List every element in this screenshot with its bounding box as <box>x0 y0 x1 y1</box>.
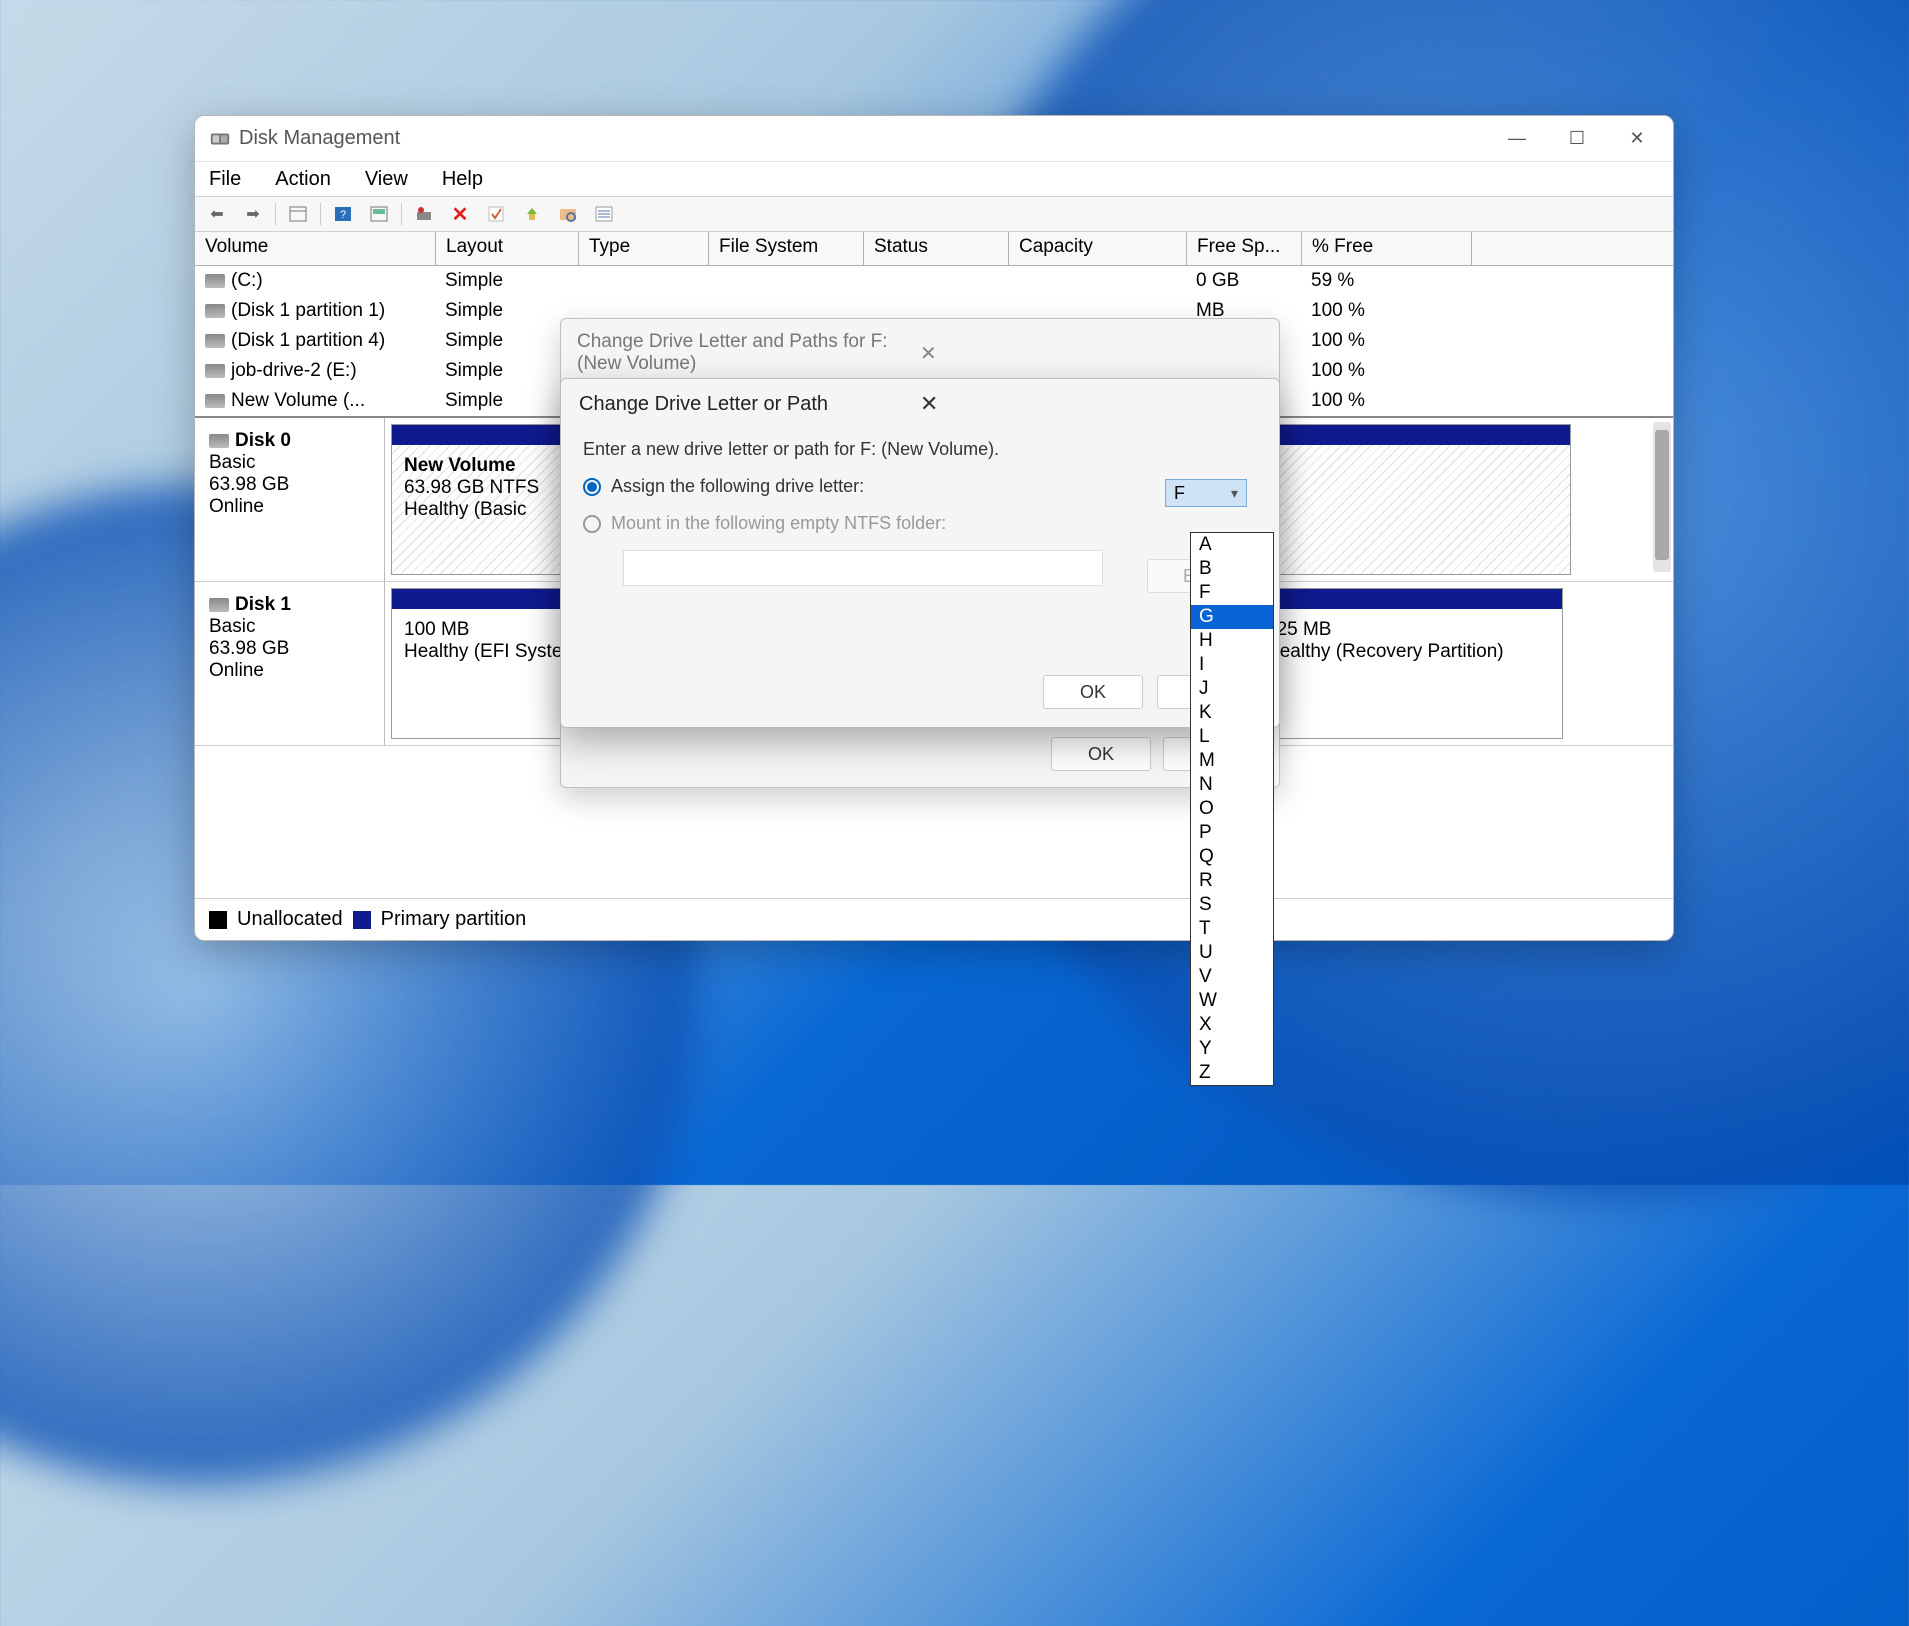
column-headers: Volume Layout Type File System Status Ca… <box>195 232 1673 266</box>
dropdown-item[interactable]: Q <box>1191 845 1273 869</box>
col-pad <box>1471 232 1673 265</box>
close-icon[interactable]: ✕ <box>920 341 1263 366</box>
disk-icon <box>209 434 229 448</box>
window-title: Disk Management <box>239 127 1487 150</box>
dropdown-item[interactable]: J <box>1191 677 1273 701</box>
dropdown-item[interactable]: R <box>1191 869 1273 893</box>
dropdown-item[interactable]: P <box>1191 821 1273 845</box>
menu-view[interactable]: View <box>361 164 412 195</box>
scroll-thumb[interactable] <box>1655 430 1669 560</box>
forward-icon[interactable]: ➡ <box>239 202 267 226</box>
maximize-button[interactable]: ☐ <box>1547 119 1607 159</box>
drive-icon <box>205 394 225 408</box>
drive-icon <box>205 274 225 288</box>
legend-swatch-primary <box>353 911 371 929</box>
dropdown-item[interactable]: S <box>1191 893 1273 917</box>
scrollbar[interactable] <box>1653 422 1671 572</box>
col-capacity[interactable]: Capacity <box>1008 232 1186 265</box>
dropdown-item[interactable]: V <box>1191 965 1273 989</box>
help-icon[interactable]: ? <box>329 202 357 226</box>
svg-text:?: ? <box>340 209 346 221</box>
dropdown-item[interactable]: K <box>1191 701 1273 725</box>
col-status[interactable]: Status <box>863 232 1008 265</box>
dropdown-item[interactable]: F <box>1191 581 1273 605</box>
dropdown-item[interactable]: L <box>1191 725 1273 749</box>
col-pctfree[interactable]: % Free <box>1301 232 1471 265</box>
explorer-icon[interactable] <box>554 202 582 226</box>
dropdown-item[interactable]: I <box>1191 653 1273 677</box>
col-filesystem[interactable]: File System <box>708 232 863 265</box>
options-icon[interactable] <box>482 202 510 226</box>
show-hide-console-icon[interactable] <box>284 202 312 226</box>
dropdown-item[interactable]: Z <box>1191 1061 1273 1085</box>
toolbar-separator <box>401 203 402 225</box>
legend: Unallocated Primary partition <box>195 898 1673 940</box>
arrow-up-icon[interactable] <box>518 202 546 226</box>
dropdown-item[interactable]: O <box>1191 797 1273 821</box>
ok-button[interactable]: OK <box>1051 737 1151 771</box>
disk-icon <box>209 598 229 612</box>
partition-colorbar <box>1254 589 1562 609</box>
menu-bar: File Action View Help <box>195 162 1673 196</box>
radio-mount-folder[interactable] <box>583 515 601 533</box>
minimize-button[interactable]: — <box>1487 119 1547 159</box>
drive-letter-dropdown[interactable]: ABFGHIJKLMNOPQRSTUVWXYZ <box>1190 532 1274 1086</box>
ok-button[interactable]: OK <box>1043 675 1143 709</box>
properties-icon[interactable] <box>365 202 393 226</box>
toolbar-separator <box>320 203 321 225</box>
menu-file[interactable]: File <box>205 164 245 195</box>
label-assign-letter: Assign the following drive letter: <box>611 476 864 497</box>
dropdown-item[interactable]: A <box>1191 533 1273 557</box>
dropdown-item[interactable]: Y <box>1191 1037 1273 1061</box>
col-layout[interactable]: Layout <box>435 232 578 265</box>
delete-icon[interactable]: ✕ <box>446 202 474 226</box>
col-type[interactable]: Type <box>578 232 708 265</box>
dropdown-item[interactable]: M <box>1191 749 1273 773</box>
dialog1-title: Change Drive Letter and Paths for F: (Ne… <box>577 331 920 375</box>
toolbar-separator <box>275 203 276 225</box>
col-volume[interactable]: Volume <box>195 232 435 265</box>
drive-icon <box>205 364 225 378</box>
col-freespace[interactable]: Free Sp... <box>1186 232 1301 265</box>
drive-icon <box>205 304 225 318</box>
change-drive-letter-or-path-dialog: Change Drive Letter or Path ✕ Enter a ne… <box>560 378 1280 728</box>
list-icon[interactable] <box>590 202 618 226</box>
app-icon <box>209 128 231 150</box>
legend-label-primary: Primary partition <box>381 908 527 931</box>
dialog2-title: Change Drive Letter or Path <box>579 393 920 416</box>
close-icon[interactable]: ✕ <box>920 391 1261 417</box>
close-button[interactable]: ✕ <box>1607 119 1667 159</box>
dropdown-item[interactable]: W <box>1191 989 1273 1013</box>
drive-letter-combo[interactable]: F <box>1165 479 1247 507</box>
dialog2-prompt: Enter a new drive letter or path for F: … <box>583 439 1257 460</box>
dropdown-item[interactable]: N <box>1191 773 1273 797</box>
legend-label-unallocated: Unallocated <box>237 908 343 931</box>
menu-help[interactable]: Help <box>438 164 487 195</box>
titlebar: Disk Management — ☐ ✕ <box>195 116 1673 162</box>
settings-icon[interactable] <box>410 202 438 226</box>
partition[interactable]: 625 MBHealthy (Recovery Partition) <box>1253 588 1563 739</box>
legend-swatch-unallocated <box>209 911 227 929</box>
disk-info[interactable]: Disk 1Basic63.98 GBOnline <box>195 582 385 745</box>
dropdown-item[interactable]: B <box>1191 557 1273 581</box>
dropdown-item[interactable]: H <box>1191 629 1273 653</box>
disk-info[interactable]: Disk 0Basic63.98 GBOnline <box>195 418 385 581</box>
mount-path-input <box>623 550 1103 586</box>
drive-icon <box>205 334 225 348</box>
dropdown-item[interactable]: X <box>1191 1013 1273 1037</box>
drive-letter-value: F <box>1174 483 1185 504</box>
dropdown-item[interactable]: T <box>1191 917 1273 941</box>
table-row[interactable]: (C:)Simple0 GB59 % <box>195 266 1673 296</box>
dropdown-item[interactable]: U <box>1191 941 1273 965</box>
label-mount-folder: Mount in the following empty NTFS folder… <box>611 513 946 534</box>
dropdown-item[interactable]: G <box>1191 605 1273 629</box>
toolbar: ⬅ ➡ ? ✕ <box>195 196 1673 232</box>
back-icon[interactable]: ⬅ <box>203 202 231 226</box>
menu-action[interactable]: Action <box>271 164 335 195</box>
radio-assign-letter[interactable] <box>583 478 601 496</box>
